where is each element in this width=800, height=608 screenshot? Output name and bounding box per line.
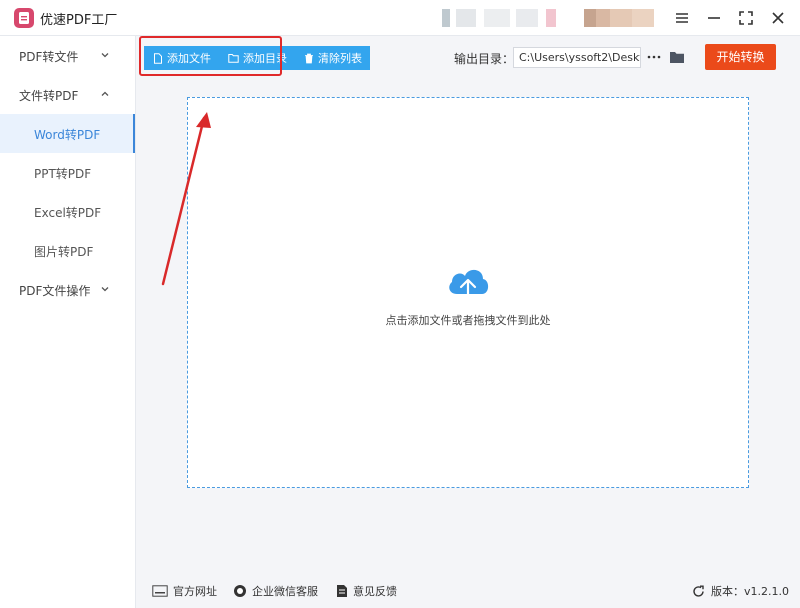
close-icon[interactable]: [768, 8, 788, 28]
wechat-support-link[interactable]: 企业微信客服: [233, 583, 318, 599]
chevron-down-icon: [101, 287, 109, 292]
sidebar-item-label: PDF转文件: [19, 50, 79, 64]
open-folder-icon[interactable]: [668, 48, 686, 66]
wechat-label: 企业微信客服: [252, 585, 318, 598]
official-website-link[interactable]: 官方网址: [152, 583, 217, 599]
file-drop-zone[interactable]: 点击添加文件或者拖拽文件到此处: [187, 97, 749, 488]
feedback-link[interactable]: 意见反馈: [336, 583, 397, 599]
menu-icon[interactable]: [672, 8, 692, 28]
refresh-icon: [693, 585, 704, 597]
sidebar-item-file-to-pdf[interactable]: 文件转PDF: [0, 75, 135, 114]
sidebar-item-label: Word转PDF: [34, 128, 101, 142]
sidebar-item-label: 图片转PDF: [34, 245, 94, 259]
chevron-down-icon: [101, 53, 109, 58]
feedback-label: 意见反馈: [353, 585, 397, 598]
sidebar-item-excel-to-pdf[interactable]: Excel转PDF: [0, 192, 135, 231]
annotation-highlight-box: [139, 36, 282, 76]
sidebar: PDF转文件 文件转PDF Word转PDF PPT转PDF Excel转PDF…: [0, 36, 136, 608]
feedback-icon: [337, 585, 347, 597]
app-title: 优速PDF工厂: [40, 13, 118, 28]
main-panel: 添加文件 添加目录 清除列表 输出目录： C:\Users\yssoft2\De…: [136, 36, 800, 608]
website-icon: [152, 585, 168, 597]
minimize-icon[interactable]: [704, 8, 724, 28]
version-info: 版本： v1.2.1.0: [692, 583, 789, 599]
output-dir-label: 输出目录：: [454, 52, 515, 66]
sidebar-item-label: Excel转PDF: [34, 206, 102, 220]
clear-list-label: 清除列表: [318, 52, 362, 65]
sidebar-item-label: PDF文件操作: [19, 284, 91, 298]
pdf-logo-icon: [14, 8, 34, 28]
start-convert-button[interactable]: 开始转换: [705, 44, 776, 70]
version-label: 版本：: [711, 585, 744, 598]
clear-list-button[interactable]: 清除列表: [295, 46, 370, 70]
cloud-upload-icon: [449, 269, 489, 304]
sidebar-item-pdf-to-file[interactable]: PDF转文件: [0, 36, 135, 75]
drop-zone-hint: 点击添加文件或者拖拽文件到此处: [385, 314, 551, 327]
active-indicator: [133, 114, 135, 153]
title-bar: 优速PDF工厂: [0, 0, 800, 36]
sidebar-item-word-to-pdf[interactable]: Word转PDF: [0, 114, 135, 153]
sidebar-item-ppt-to-pdf[interactable]: PPT转PDF: [0, 153, 135, 192]
more-icon[interactable]: [645, 48, 663, 66]
sidebar-item-pdf-operations[interactable]: PDF文件操作: [0, 270, 135, 309]
version-number: v1.2.1.0: [744, 584, 789, 598]
sidebar-item-label: PPT转PDF: [34, 167, 92, 181]
trash-icon: [305, 53, 313, 63]
output-path-field[interactable]: C:\Users\yssoft2\Desktop: [513, 47, 641, 68]
footer: 官方网址 企业微信客服 意见反馈 版本： v1.2.1.0: [136, 572, 800, 608]
maximize-icon[interactable]: [736, 8, 756, 28]
chevron-up-icon: [101, 91, 109, 96]
sidebar-item-label: 文件转PDF: [19, 89, 79, 103]
user-info-blurred: [434, 9, 658, 27]
sidebar-item-image-to-pdf[interactable]: 图片转PDF: [0, 231, 135, 270]
support-icon: [234, 585, 246, 597]
website-label: 官方网址: [173, 585, 217, 598]
